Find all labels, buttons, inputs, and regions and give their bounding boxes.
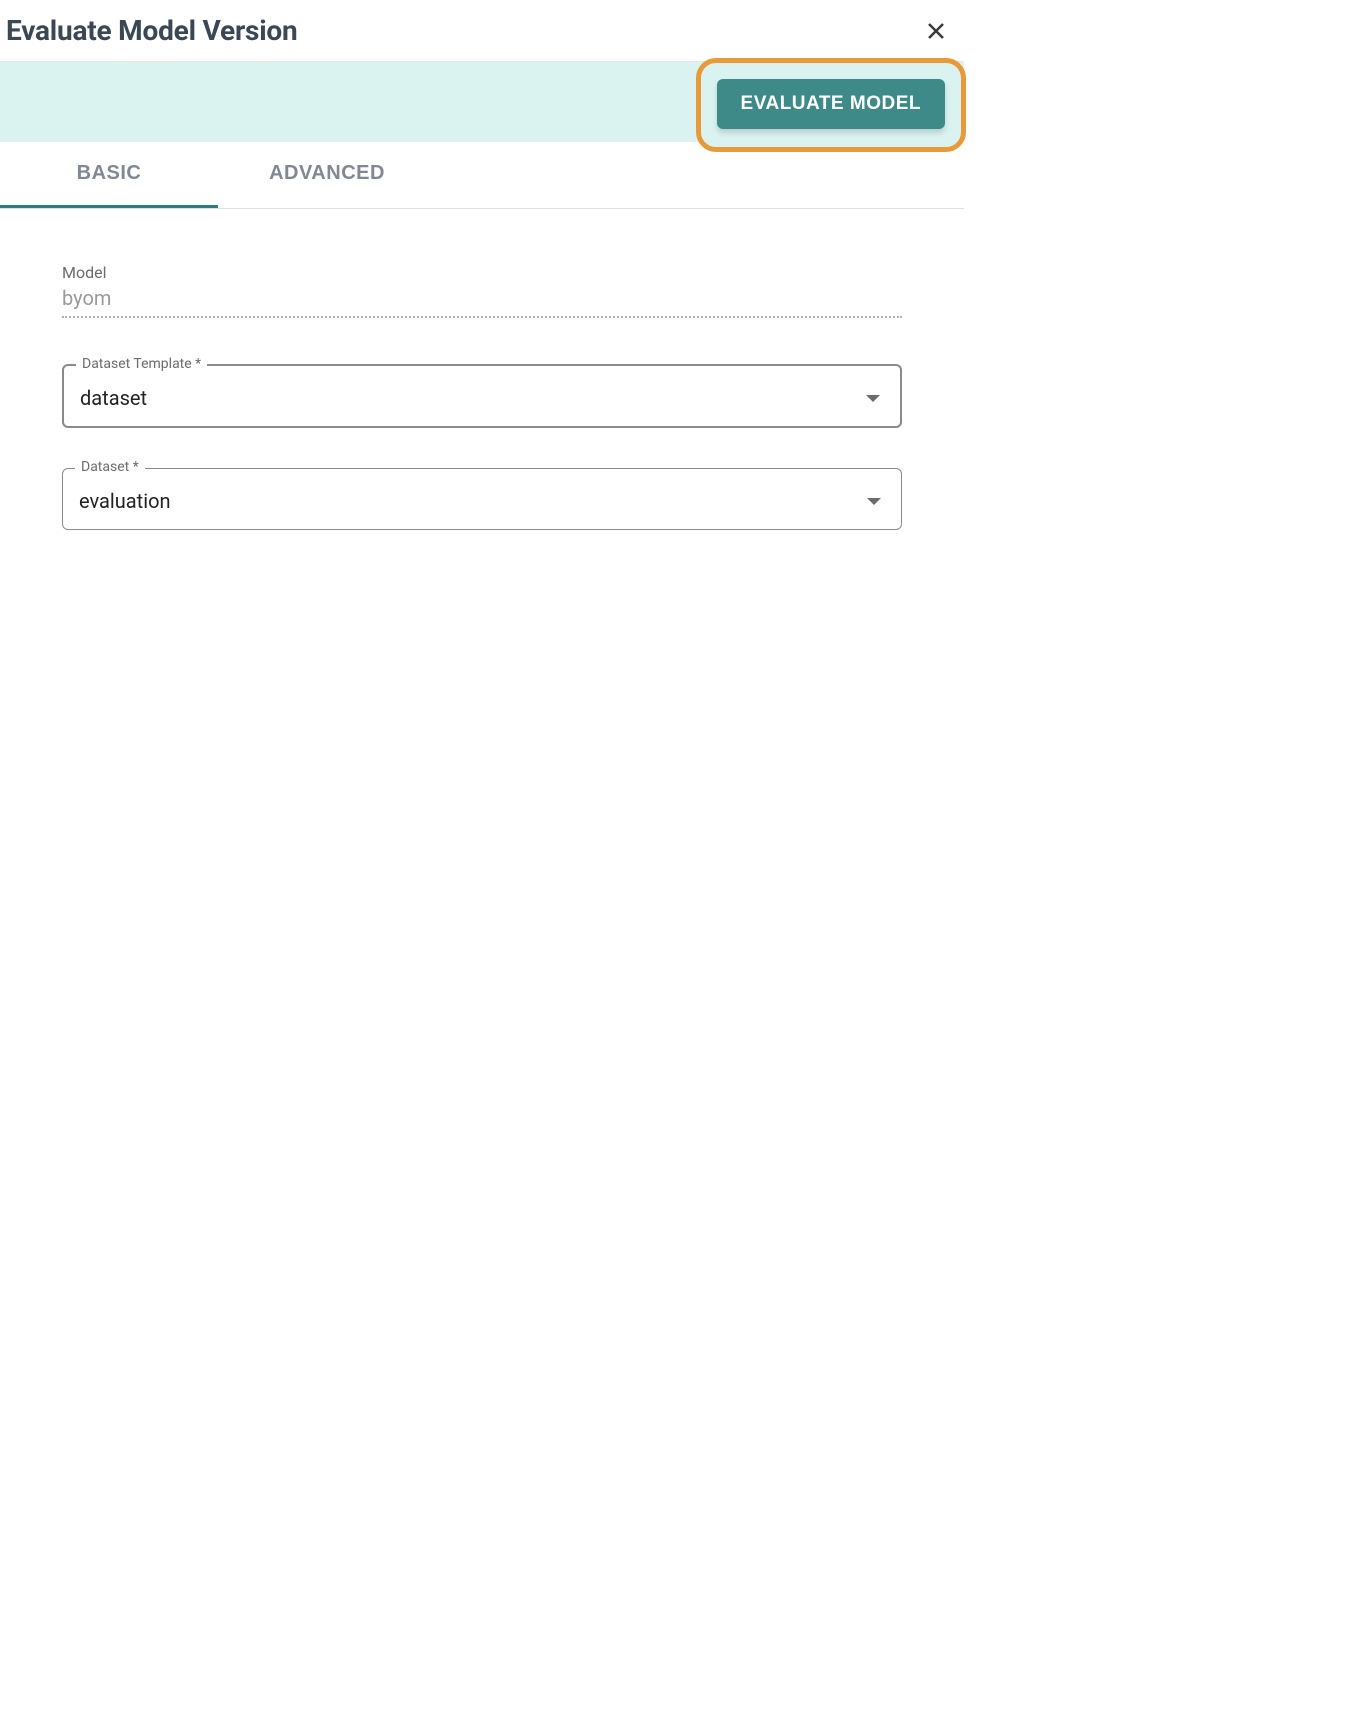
tabs-container: BASIC ADVANCED — [0, 142, 964, 209]
model-label: Model — [62, 263, 902, 282]
dataset-value: evaluation — [79, 489, 171, 513]
action-bar: EVALUATE MODEL — [0, 61, 964, 142]
evaluate-model-dialog: Evaluate Model Version EVALUATE MODEL BA… — [0, 0, 964, 600]
close-icon — [924, 19, 948, 43]
tab-basic[interactable]: BASIC — [0, 142, 218, 208]
dialog-title: Evaluate Model Version — [6, 14, 298, 47]
model-value: byom — [62, 286, 902, 318]
evaluate-button-highlight: EVALUATE MODEL — [696, 58, 966, 152]
dataset-label: Dataset * — [75, 459, 145, 475]
dataset-select[interactable]: Dataset * evaluation — [62, 468, 902, 530]
dialog-header: Evaluate Model Version — [0, 0, 964, 61]
chevron-down-icon — [866, 395, 880, 402]
form-content: Model byom Dataset Template * dataset Da… — [0, 209, 964, 600]
tab-advanced[interactable]: ADVANCED — [218, 142, 436, 208]
close-button[interactable] — [922, 17, 950, 45]
chevron-down-icon — [867, 498, 881, 505]
dataset-template-value: dataset — [80, 386, 147, 410]
evaluate-model-button[interactable]: EVALUATE MODEL — [717, 79, 945, 129]
dataset-template-label: Dataset Template * — [76, 356, 207, 372]
dataset-template-select[interactable]: Dataset Template * dataset — [62, 364, 902, 428]
model-field-group: Model byom — [62, 263, 902, 318]
